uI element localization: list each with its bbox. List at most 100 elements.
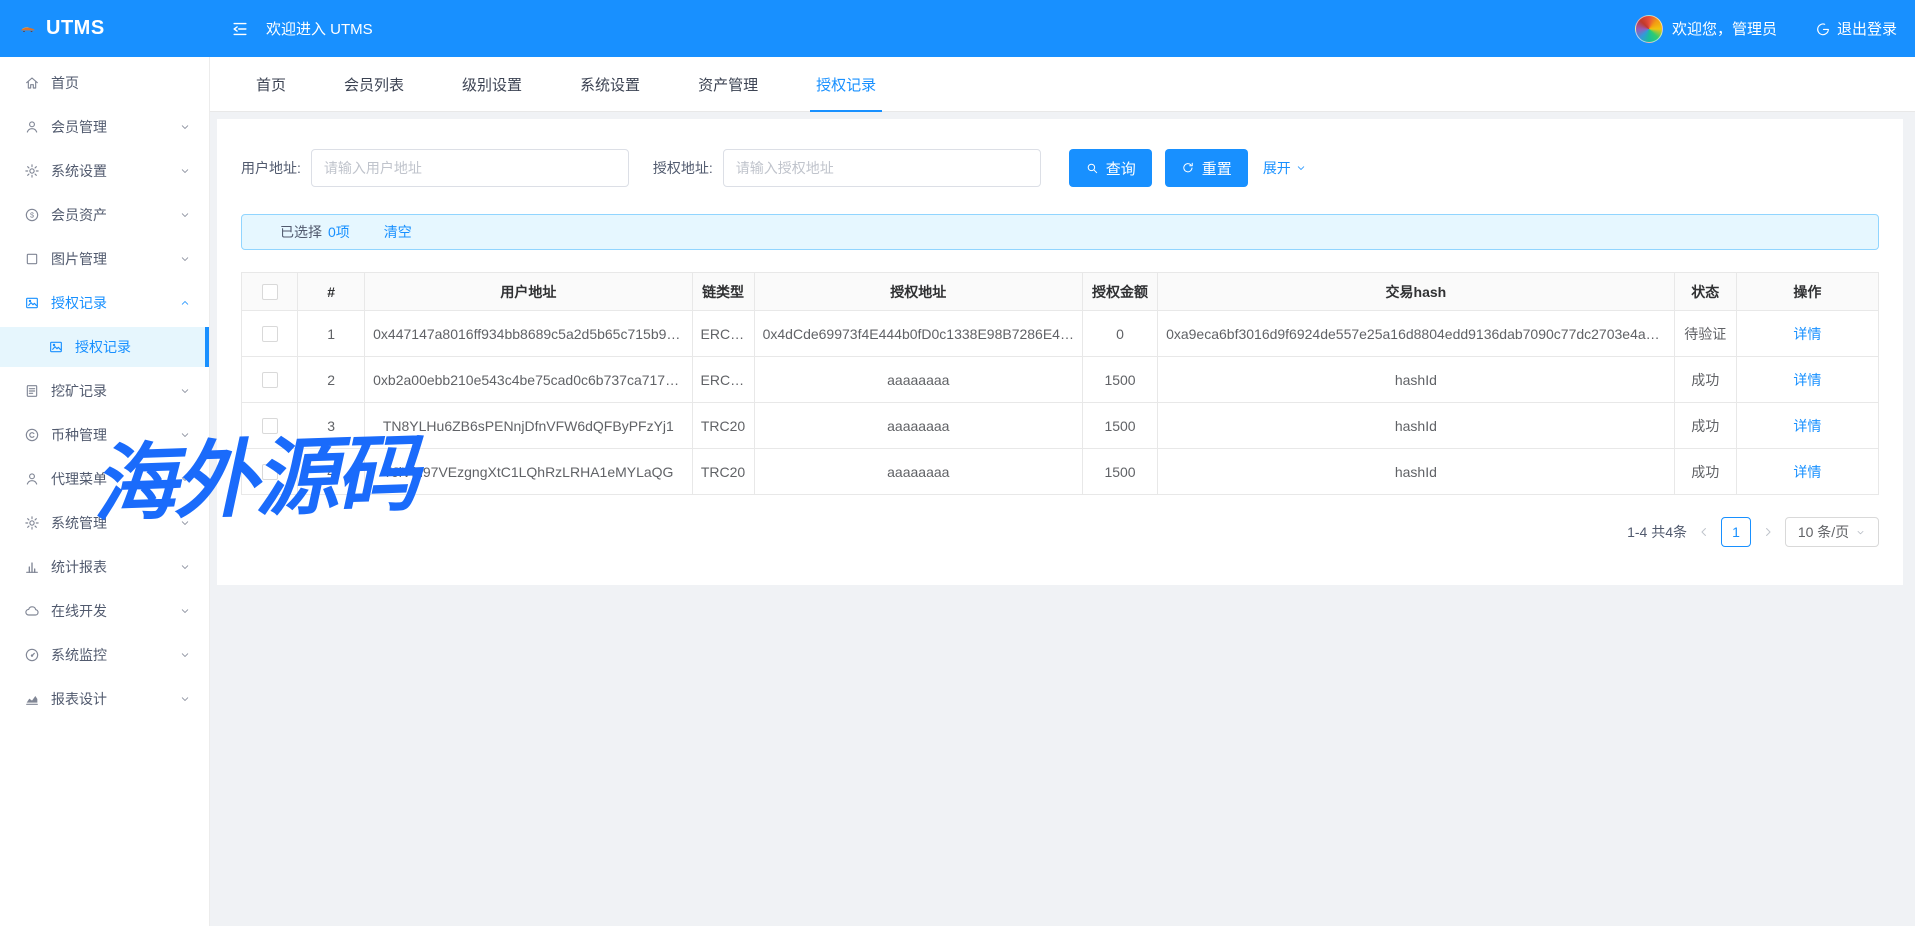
row-checkbox-cell: [242, 311, 298, 357]
prev-page-button[interactable]: [1697, 525, 1711, 539]
sidebar-item[interactable]: 系统管理: [0, 503, 209, 543]
records-table: #用户地址链类型授权地址授权金额交易hash状态操作 10x447147a801…: [241, 272, 1879, 495]
row-checkbox[interactable]: [262, 464, 278, 480]
reset-button[interactable]: 重置: [1165, 149, 1248, 187]
tx-hash-cell: hashId: [1158, 357, 1675, 403]
area-chart-icon: [24, 691, 40, 707]
next-page-button[interactable]: [1761, 525, 1775, 539]
sidebar-item[interactable]: $会员资产: [0, 195, 209, 235]
topbar: UTMS 欢迎进入 UTMS 欢迎您，管理员 退出登录: [0, 0, 1915, 57]
table-column-header: 操作: [1736, 273, 1878, 311]
user-address-cell: TJlVfn97VEzgngXtC1LQhRzLRHA1eMYLaQG: [365, 449, 692, 495]
tab-item[interactable]: 会员列表: [344, 57, 404, 111]
sidebar-item[interactable]: 图片管理: [0, 239, 209, 279]
table-column-header: 授权地址: [754, 273, 1082, 311]
row-checkbox[interactable]: [262, 326, 278, 342]
page-number-button[interactable]: 1: [1721, 517, 1751, 547]
auth-amount-cell: 0: [1082, 311, 1157, 357]
auth-amount-cell: 1500: [1082, 403, 1157, 449]
table-column-header: 交易hash: [1158, 273, 1675, 311]
user-avatar[interactable]: [1635, 15, 1663, 43]
auth-address-cell: aaaaaaaa: [754, 403, 1082, 449]
sidebar-item[interactable]: 在线开发: [0, 591, 209, 631]
chevron-down-icon: [179, 473, 191, 485]
brand-area: UTMS: [0, 17, 210, 40]
action-cell: 详情: [1736, 403, 1878, 449]
gear-icon: [24, 515, 40, 531]
sidebar-item-label: 在线开发: [51, 601, 179, 621]
content-card: 用户地址: 授权地址: 查询 重置 展开 已选择 0: [217, 119, 1903, 585]
refresh-icon: [1181, 161, 1195, 175]
row-checkbox[interactable]: [262, 372, 278, 388]
chevron-down-icon: [179, 209, 191, 221]
action-cell: 详情: [1736, 449, 1878, 495]
expand-toggle[interactable]: 展开: [1263, 158, 1307, 178]
brand-logo-icon: [20, 21, 36, 37]
clear-selection-link[interactable]: 清空: [384, 222, 412, 242]
sidebar-menu: 首页会员管理系统设置$会员资产图片管理授权记录授权记录挖矿记录币种管理代理菜单系…: [0, 63, 209, 719]
row-detail-link[interactable]: 详情: [1793, 418, 1821, 434]
sidebar-item[interactable]: 会员管理: [0, 107, 209, 147]
auth-address-input[interactable]: [723, 149, 1041, 187]
tab-item[interactable]: 级别设置: [462, 57, 522, 111]
sidebar-item-label: 币种管理: [51, 425, 179, 445]
sidebar-item-label: 报表设计: [51, 689, 179, 709]
chevron-down-icon: [179, 253, 191, 265]
sidebar-item[interactable]: 代理菜单: [0, 459, 209, 499]
user-address-input[interactable]: [311, 149, 629, 187]
select-all-checkbox[interactable]: [262, 284, 278, 300]
brand-title: UTMS: [46, 17, 105, 40]
tx-hash-cell: hashId: [1158, 449, 1675, 495]
sidebar-item[interactable]: 系统监控: [0, 635, 209, 675]
table-column-header: [242, 273, 298, 311]
chevron-down-icon: [179, 165, 191, 177]
menu-fold-icon[interactable]: [230, 19, 250, 39]
table-column-header: #: [298, 273, 365, 311]
topbar-right: 欢迎您，管理员 退出登录: [1635, 15, 1915, 43]
gear-icon: [24, 163, 40, 179]
sidebar-item[interactable]: 系统设置: [0, 151, 209, 191]
sidebar-item-label: 挖矿记录: [51, 381, 179, 401]
user-address-label: 用户地址:: [241, 158, 301, 178]
sidebar-item[interactable]: 挖矿记录: [0, 371, 209, 411]
row-detail-link[interactable]: 详情: [1793, 372, 1821, 388]
square-icon: [24, 251, 40, 267]
tab-item[interactable]: 首页: [256, 57, 286, 111]
home-icon: [24, 75, 40, 91]
row-detail-link[interactable]: 详情: [1793, 326, 1821, 342]
search-button[interactable]: 查询: [1069, 149, 1152, 187]
row-detail-link[interactable]: 详情: [1793, 464, 1821, 480]
row-index: 2: [298, 357, 365, 403]
chevron-down-icon: [1295, 162, 1307, 174]
chain-type-cell: ERC20: [692, 357, 754, 403]
table-row: 4TJlVfn97VEzgngXtC1LQhRzLRHA1eMYLaQGTRC2…: [242, 449, 1879, 495]
chevron-down-icon: [1855, 527, 1866, 538]
chevron-down-icon: [179, 517, 191, 529]
tab-item[interactable]: 资产管理: [698, 57, 758, 111]
pagination-total: 1-4 共4条: [1627, 522, 1687, 542]
logout-button[interactable]: 退出登录: [1815, 18, 1897, 39]
tab-item[interactable]: 系统设置: [580, 57, 640, 111]
status-cell: 待验证: [1674, 311, 1736, 357]
sidebar-subitem-label: 授权记录: [75, 337, 209, 357]
page-size-select[interactable]: 10 条/页: [1785, 517, 1879, 547]
sidebar-item-label: 系统设置: [51, 161, 179, 181]
sidebar-item[interactable]: 统计报表: [0, 547, 209, 587]
chevron-down-icon: [179, 121, 191, 133]
table-row: 20xb2a00ebb210e543c4be75cad0c6b737ca7174…: [242, 357, 1879, 403]
status-cell: 成功: [1674, 449, 1736, 495]
sidebar-item[interactable]: 报表设计: [0, 679, 209, 719]
row-checkbox-cell: [242, 403, 298, 449]
welcome-text: 欢迎进入 UTMS: [266, 18, 373, 39]
sidebar-item[interactable]: 授权记录: [0, 283, 209, 323]
chain-type-cell: TRC20: [692, 449, 754, 495]
row-checkbox[interactable]: [262, 418, 278, 434]
dashboard-icon: [24, 647, 40, 663]
sidebar-item[interactable]: 币种管理: [0, 415, 209, 455]
tx-hash-cell: hashId: [1158, 403, 1675, 449]
selection-bar: 已选择 0项 清空: [241, 214, 1879, 250]
user-address-cell: TN8YLHu6ZB6sPENnjDfnVFW6dQFByPFzYj1: [365, 403, 692, 449]
sidebar-subitem[interactable]: 授权记录: [0, 327, 209, 367]
sidebar-item[interactable]: 首页: [0, 63, 209, 103]
tab-item[interactable]: 授权记录: [816, 57, 876, 111]
